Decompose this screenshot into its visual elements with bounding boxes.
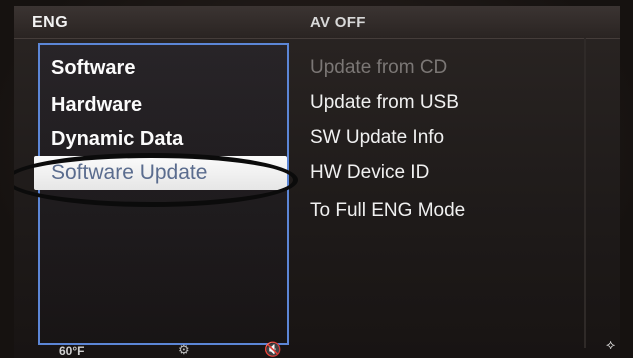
header-left-title: ENG <box>32 14 69 31</box>
submenu-panel: Update from CD Update from USB SW Update… <box>298 43 620 345</box>
submenu-sw-update-info[interactable]: SW Update Info <box>310 127 444 149</box>
submenu-to-full-eng-mode[interactable]: To Full ENG Mode <box>310 200 465 222</box>
submenu-update-from-usb[interactable]: Update from USB <box>310 92 459 114</box>
submenu-update-from-cd[interactable]: Update from CD <box>310 57 447 79</box>
submenu-hw-device-id[interactable]: HW Device ID <box>310 162 429 184</box>
header-bar: ENG AV OFF <box>14 6 620 39</box>
menu-item-hardware[interactable]: Hardware <box>51 94 142 117</box>
mute-icon: 🔇 <box>264 341 282 357</box>
infotainment-screen: ENG AV OFF Software Hardware Dynamic Dat… <box>14 6 620 358</box>
annotation-circle <box>14 153 298 207</box>
settings-dot-icon[interactable]: ⟡ <box>606 336 620 352</box>
status-footer: 60°F ⚙ 🔇 ⟡ <box>14 336 620 358</box>
menu-item-software[interactable]: Software <box>51 57 135 80</box>
header-right-title: AV OFF <box>310 14 366 31</box>
menu-item-dynamic-data[interactable]: Dynamic Data <box>51 128 183 151</box>
temperature-readout: 60°F <box>59 344 85 358</box>
gear-icon: ⚙ <box>178 342 190 357</box>
